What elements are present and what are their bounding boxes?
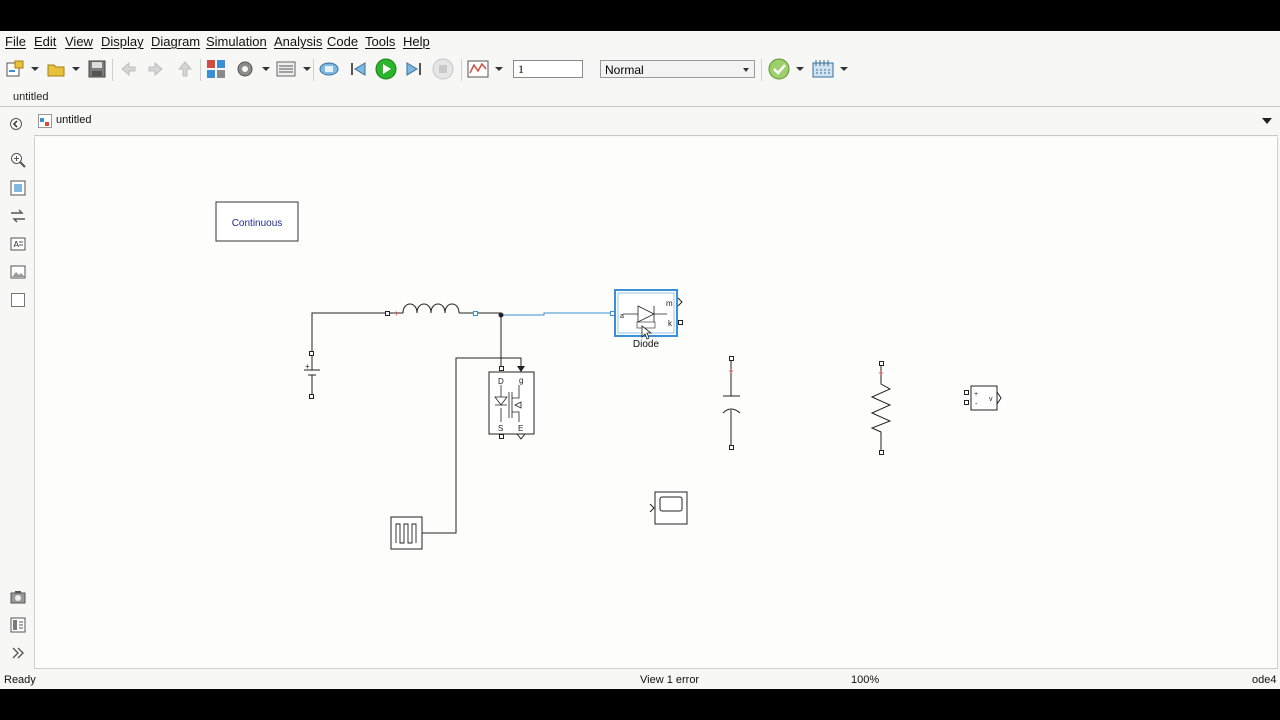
area-icon[interactable] xyxy=(9,291,27,309)
model-browser-icon[interactable] xyxy=(9,616,27,634)
address-dropdown-icon[interactable] xyxy=(1262,118,1272,124)
vm-port-plus: + xyxy=(974,391,978,398)
step-back-icon[interactable] xyxy=(347,58,369,80)
dc-plus-sign: + xyxy=(305,362,310,371)
inductor-plus-sign: + xyxy=(394,309,399,318)
vm-port-v: v xyxy=(989,396,993,403)
scope-block[interactable] xyxy=(649,491,688,525)
hide-browser-icon[interactable] xyxy=(9,117,23,131)
mosfet-port-s: S xyxy=(498,424,503,433)
address-path[interactable]: untitled xyxy=(56,114,91,126)
menu-tools[interactable]: Tools xyxy=(365,34,395,49)
new-model-icon[interactable] xyxy=(4,58,26,80)
scope-dropdown[interactable] xyxy=(495,67,503,71)
menu-diagram[interactable]: Diagram xyxy=(151,34,200,49)
address-bar: untitled xyxy=(34,107,1278,136)
screenshot-icon[interactable] xyxy=(9,588,27,606)
explorer-dropdown[interactable] xyxy=(303,67,311,71)
diode-port-m: m xyxy=(666,299,673,308)
menu-edit[interactable]: Edit xyxy=(34,34,56,49)
advisor-dropdown[interactable] xyxy=(796,67,804,71)
image-icon[interactable] xyxy=(9,263,27,281)
svg-text:A: A xyxy=(14,240,20,249)
annotation-icon[interactable]: A xyxy=(9,235,27,253)
zoom-level: 100% xyxy=(851,674,880,686)
model-icon xyxy=(38,114,52,128)
settings-dropdown[interactable] xyxy=(262,67,270,71)
zoom-icon[interactable] xyxy=(9,151,27,169)
mosfet-port-e: E xyxy=(518,424,523,433)
save-icon[interactable] xyxy=(86,58,108,80)
menu-bar: File Edit View Display Diagram Simulatio… xyxy=(0,31,1280,53)
up-icon[interactable] xyxy=(174,58,196,80)
powergui-label: Continuous xyxy=(232,218,283,229)
dc-voltage-source-block[interactable]: + xyxy=(304,351,320,399)
voltage-measurement-block[interactable]: + - v xyxy=(964,385,1002,411)
powergui-block[interactable]: Continuous xyxy=(215,201,299,242)
forward-icon[interactable] xyxy=(145,58,167,80)
view-errors-link[interactable]: View 1 error xyxy=(640,674,699,686)
wire-source-to-inductor[interactable] xyxy=(311,312,387,352)
menu-analysis[interactable]: Analysis xyxy=(274,34,322,49)
model-explorer-icon[interactable] xyxy=(275,58,297,80)
library-browser-icon[interactable] xyxy=(205,58,227,80)
mosfet-block[interactable]: D g S E xyxy=(488,366,535,440)
simulation-mode-select[interactable]: Normal xyxy=(600,60,755,78)
pulse-generator-block[interactable] xyxy=(390,516,423,550)
mosfet-port-g: g xyxy=(519,376,523,385)
menu-file[interactable]: File xyxy=(5,34,26,49)
diode-label[interactable]: Diode xyxy=(633,339,660,350)
canvas-palette: A xyxy=(0,137,34,669)
run-icon[interactable] xyxy=(375,58,397,80)
mosfet-port-d: D xyxy=(498,377,504,386)
simulation-mode-value: Normal xyxy=(605,63,644,77)
stop-icon[interactable] xyxy=(432,58,454,80)
tab-bar: untitled xyxy=(0,89,1280,107)
data-inspector-icon[interactable] xyxy=(318,58,340,80)
fit-to-view-icon[interactable] xyxy=(9,179,27,197)
wire-to-diode-selected[interactable] xyxy=(501,312,613,316)
expand-palette-icon[interactable] xyxy=(9,644,27,662)
back-icon[interactable] xyxy=(117,58,139,80)
simulink-window: File Edit View Display Diagram Simulatio… xyxy=(0,31,1280,689)
diode-port-a: a xyxy=(620,313,624,320)
open-icon[interactable] xyxy=(45,58,67,80)
wire-inductor-to-mosfet[interactable] xyxy=(475,312,502,367)
stop-time-field[interactable] xyxy=(513,60,583,78)
status-bar: Ready View 1 error 100% ode4 xyxy=(0,671,1280,689)
resistor-block[interactable] xyxy=(870,361,892,455)
inductor-block[interactable]: + xyxy=(385,303,478,318)
arrange-icon[interactable] xyxy=(9,207,27,225)
wire-junction xyxy=(498,312,504,318)
menu-view[interactable]: View xyxy=(65,34,93,49)
build-icon[interactable] xyxy=(812,58,834,80)
build-dropdown[interactable] xyxy=(840,67,848,71)
status-ready: Ready xyxy=(4,674,36,686)
new-model-dropdown[interactable] xyxy=(31,67,39,71)
menu-simulation[interactable]: Simulation xyxy=(206,34,267,49)
tab-untitled[interactable]: untitled xyxy=(6,89,56,107)
capacitor-block[interactable] xyxy=(722,356,741,450)
model-settings-icon[interactable] xyxy=(234,58,256,80)
menu-display[interactable]: Display xyxy=(101,34,144,49)
menu-code[interactable]: Code xyxy=(327,34,358,49)
step-forward-icon[interactable] xyxy=(403,58,425,80)
model-canvas[interactable]: Continuous + + D g S E a m k Diode + - v xyxy=(34,137,1278,669)
model-advisor-icon[interactable] xyxy=(768,58,790,80)
diode-block[interactable]: a m k Diode xyxy=(610,289,683,350)
scope-icon[interactable] xyxy=(467,58,489,80)
open-dropdown[interactable] xyxy=(72,67,80,71)
chevron-down-icon xyxy=(743,68,749,72)
solver-name[interactable]: ode4 xyxy=(1252,674,1276,686)
menu-help[interactable]: Help xyxy=(403,34,430,49)
